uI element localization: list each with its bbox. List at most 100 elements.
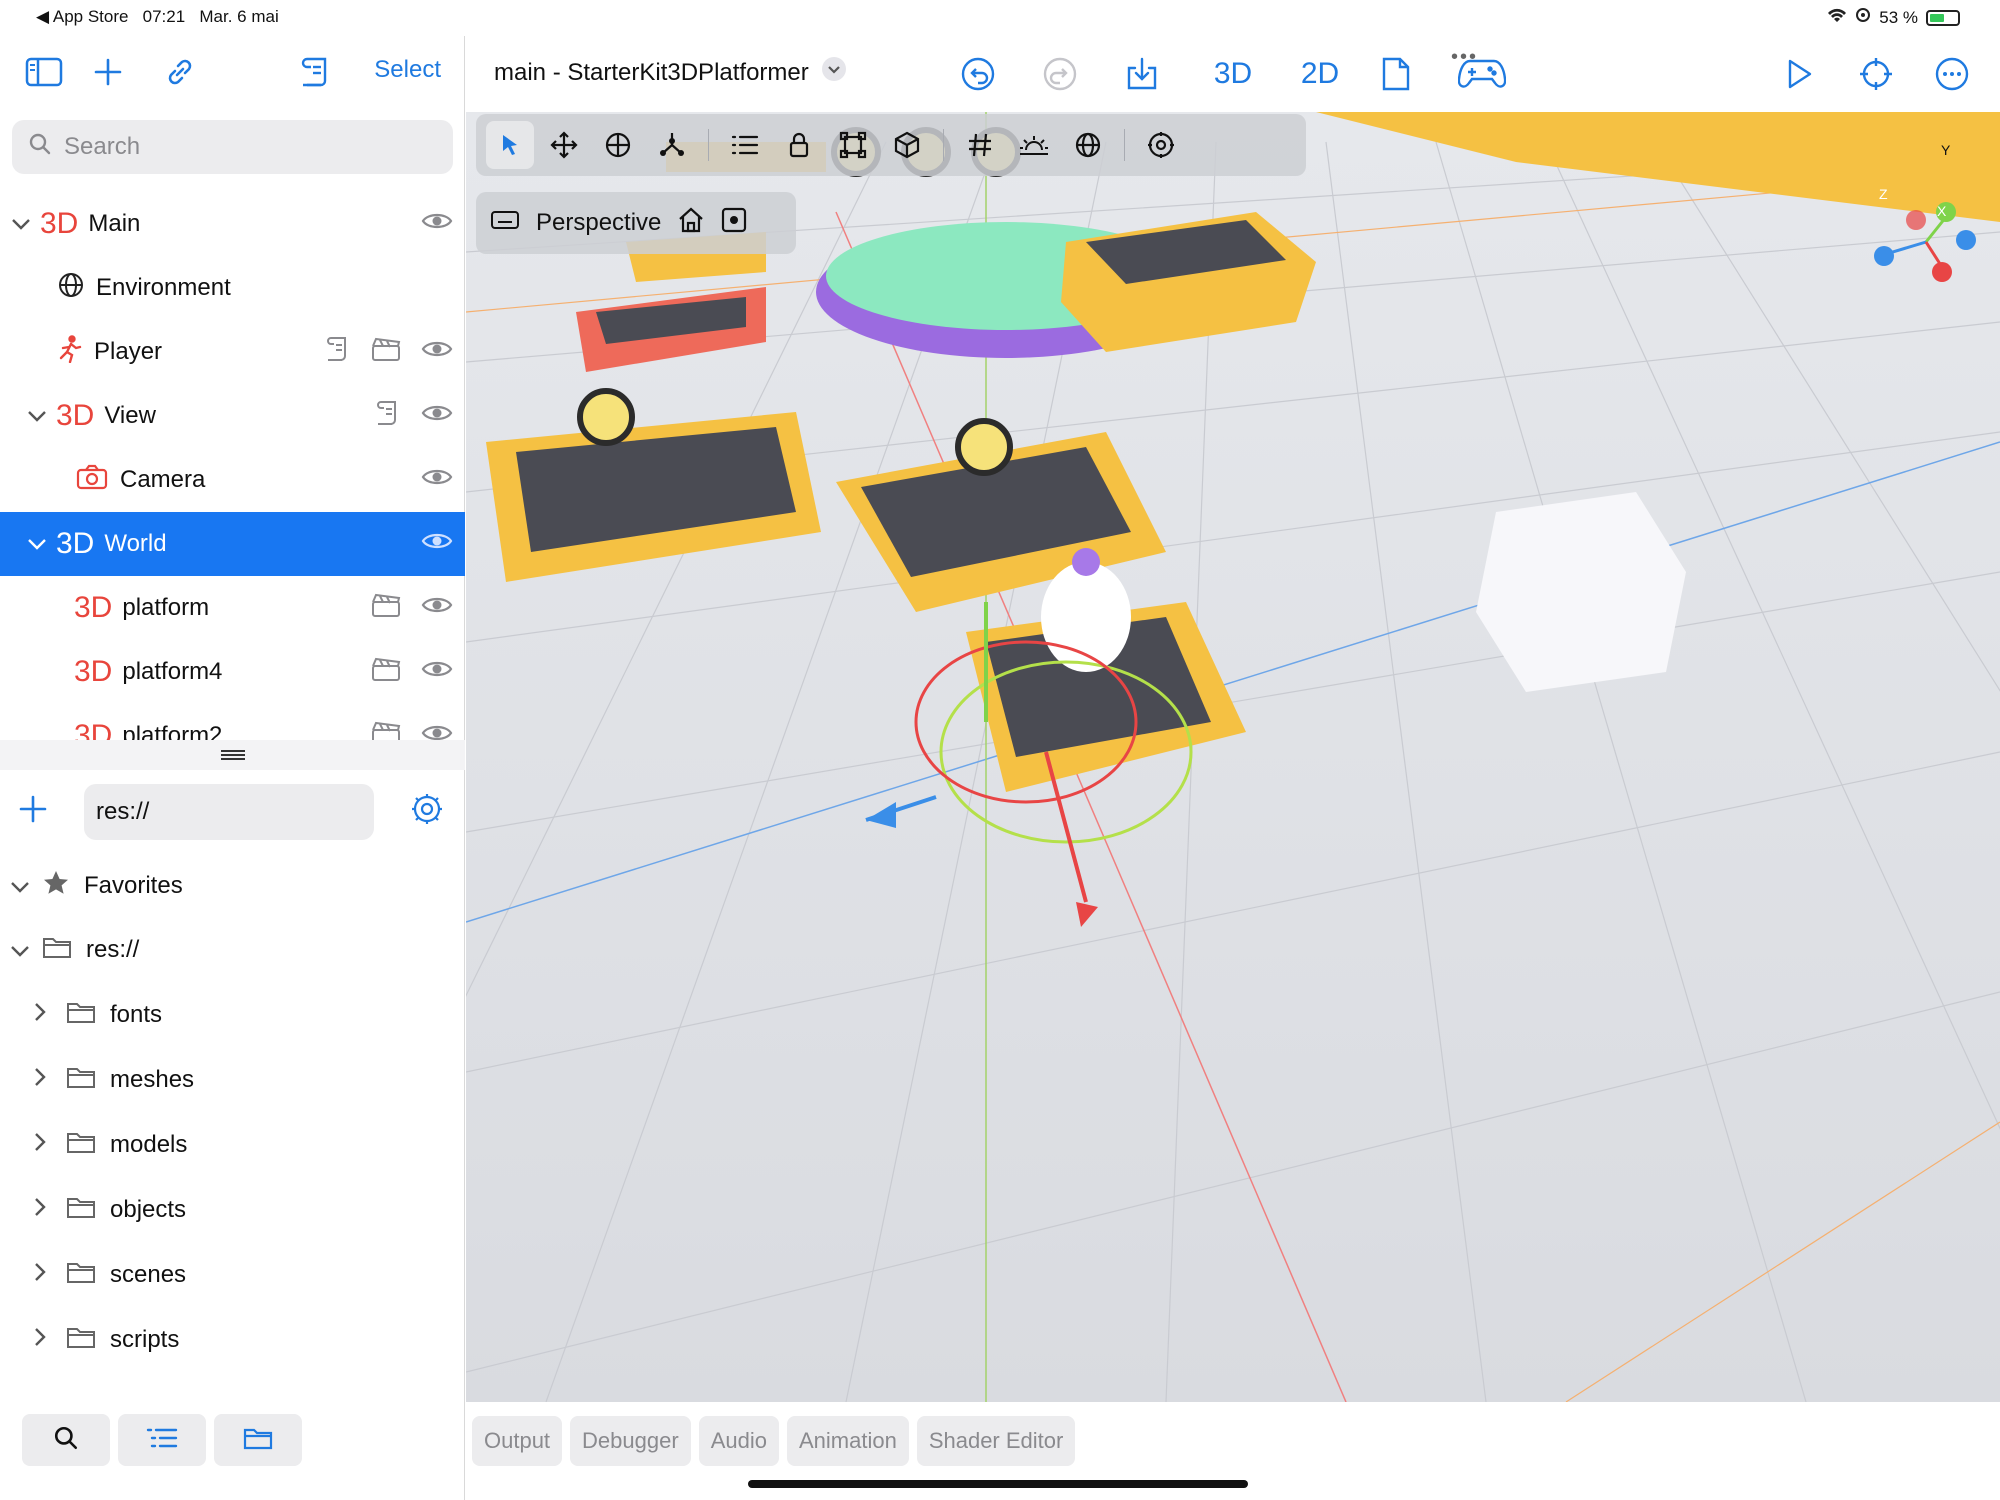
chevron-down-icon[interactable]: [26, 405, 48, 427]
redo-icon[interactable]: [1038, 52, 1082, 96]
visibility-eye-icon[interactable]: [421, 402, 453, 431]
res-root-label: res://: [86, 936, 140, 963]
lock-icon[interactable]: [775, 121, 823, 169]
chevron-right-icon[interactable]: [34, 1196, 46, 1224]
instanced-scene-icon[interactable]: [371, 720, 401, 740]
add-node-icon[interactable]: [86, 50, 130, 94]
folder-row[interactable]: fonts: [0, 987, 465, 1043]
chevron-right-icon[interactable]: [34, 1326, 46, 1354]
scene-search-input[interactable]: Search: [12, 120, 453, 174]
3d-viewport[interactable]: Y Z X Perspective: [466, 112, 2000, 1402]
keyboard-icon[interactable]: [490, 209, 520, 238]
status-bar: ◀ App Store 07:21 Mar. 6 mai 53 %: [0, 0, 2000, 36]
grid-snap-icon[interactable]: [956, 121, 1004, 169]
link-icon[interactable]: [158, 50, 202, 94]
tab-debugger[interactable]: Debugger: [570, 1416, 691, 1466]
tree-node-platform4[interactable]: 3D platform4: [0, 640, 465, 704]
tree-node-environment[interactable]: Environment: [0, 256, 465, 320]
tree-node-player[interactable]: Player: [0, 320, 465, 384]
perspective-button[interactable]: Perspective: [536, 209, 661, 237]
document-icon[interactable]: [1374, 52, 1418, 96]
chevron-right-icon[interactable]: [34, 1131, 46, 1159]
instanced-scene-icon[interactable]: [371, 592, 401, 625]
visibility-eye-icon[interactable]: [421, 658, 453, 687]
scale-mode-icon[interactable]: [648, 121, 696, 169]
sun-light-icon[interactable]: [1010, 121, 1058, 169]
filesystem-path-input[interactable]: res://: [84, 784, 374, 840]
scene-tree-tab-button[interactable]: [118, 1414, 206, 1466]
folder-row[interactable]: meshes: [0, 1052, 465, 1108]
favorites-row[interactable]: Favorites: [0, 858, 465, 914]
tree-node-view[interactable]: 3D View: [0, 384, 465, 448]
view-3d-button[interactable]: 3D: [1201, 52, 1265, 96]
gizmo-axis-x[interactable]: X: [1937, 203, 1946, 219]
visibility-eye-icon[interactable]: [421, 530, 453, 559]
environment-globe-icon[interactable]: [1064, 121, 1112, 169]
home-indicator[interactable]: [748, 1480, 1248, 1488]
chevron-right-icon[interactable]: [34, 1261, 46, 1289]
gamepad-icon[interactable]: [1454, 52, 1510, 96]
instanced-scene-icon[interactable]: [371, 656, 401, 689]
chevron-right-icon[interactable]: [34, 1001, 46, 1029]
rotate-mode-icon[interactable]: [594, 121, 642, 169]
undo-icon[interactable]: [956, 52, 1000, 96]
scene-selector[interactable]: main - StarterKit3DPlatformer: [494, 56, 847, 89]
folder-row[interactable]: objects: [0, 1182, 465, 1238]
script-icon[interactable]: [294, 50, 338, 94]
status-time: 07:21: [142, 7, 186, 26]
crosshair-icon[interactable]: [1854, 52, 1898, 96]
folder-row[interactable]: scripts: [0, 1312, 465, 1368]
visibility-eye-icon[interactable]: [421, 594, 453, 623]
folder-row[interactable]: scenes: [0, 1247, 465, 1303]
view-2d-button[interactable]: 2D: [1288, 52, 1352, 96]
chevron-down-icon[interactable]: [10, 872, 30, 900]
select-mode-icon[interactable]: [486, 121, 534, 169]
chevron-right-icon[interactable]: [34, 1066, 46, 1094]
sidebar-toggle-icon[interactable]: [22, 50, 66, 94]
tree-node-camera[interactable]: Camera: [0, 448, 465, 512]
move-mode-icon[interactable]: [540, 121, 588, 169]
visibility-eye-icon[interactable]: [421, 722, 453, 741]
folder-label: objects: [110, 1196, 187, 1223]
search-tab-button[interactable]: [22, 1414, 110, 1466]
tab-audio[interactable]: Audio: [698, 1416, 779, 1466]
home-icon[interactable]: [677, 206, 705, 241]
focus-selection-icon[interactable]: [721, 207, 747, 240]
visibility-eye-icon[interactable]: [421, 338, 453, 367]
group-icon[interactable]: [829, 121, 877, 169]
script-attached-icon[interactable]: [325, 335, 351, 370]
filesystem-tab-button[interactable]: [214, 1414, 302, 1466]
tree-node-main[interactable]: 3D Main: [0, 192, 465, 256]
tree-node-world[interactable]: 3D World: [0, 512, 465, 576]
more-options-icon[interactable]: [1930, 52, 1974, 96]
chevron-down-icon[interactable]: [26, 533, 48, 555]
script-attached-icon[interactable]: [375, 399, 401, 434]
visibility-eye-icon[interactable]: [421, 210, 453, 239]
viewport-settings-icon[interactable]: [1137, 121, 1185, 169]
tree-node-platform2[interactable]: 3D platform2: [0, 704, 465, 740]
gizmo-axis-y[interactable]: Y: [1941, 142, 1950, 158]
instanced-scene-icon[interactable]: [371, 336, 401, 369]
tree-node-label: Main: [88, 210, 141, 237]
tree-node-platform[interactable]: 3D platform: [0, 576, 465, 640]
panel-splitter-handle[interactable]: [0, 740, 465, 770]
scene-toolbar: Select: [0, 50, 465, 94]
add-file-icon[interactable]: [18, 794, 48, 829]
filesystem-settings-icon[interactable]: [410, 792, 444, 831]
save-download-icon[interactable]: [1120, 52, 1164, 96]
play-icon[interactable]: [1778, 52, 1822, 96]
chevron-down-icon[interactable]: [10, 213, 32, 235]
visibility-eye-icon[interactable]: [421, 466, 453, 495]
list-select-icon[interactable]: [721, 121, 769, 169]
node-3d-icon: 3D: [56, 399, 95, 432]
tab-shader-editor[interactable]: Shader Editor: [916, 1416, 1076, 1466]
cube-icon[interactable]: [883, 121, 931, 169]
back-to-app-link[interactable]: ◀ App Store: [36, 7, 128, 26]
tab-animation[interactable]: Animation: [786, 1416, 909, 1466]
chevron-down-icon[interactable]: [10, 936, 30, 964]
folder-row[interactable]: models: [0, 1117, 465, 1173]
select-button[interactable]: Select: [374, 56, 441, 84]
tab-output[interactable]: Output: [472, 1416, 563, 1466]
gizmo-axis-z[interactable]: Z: [1879, 186, 1888, 202]
res-root-row[interactable]: res://: [0, 922, 465, 978]
